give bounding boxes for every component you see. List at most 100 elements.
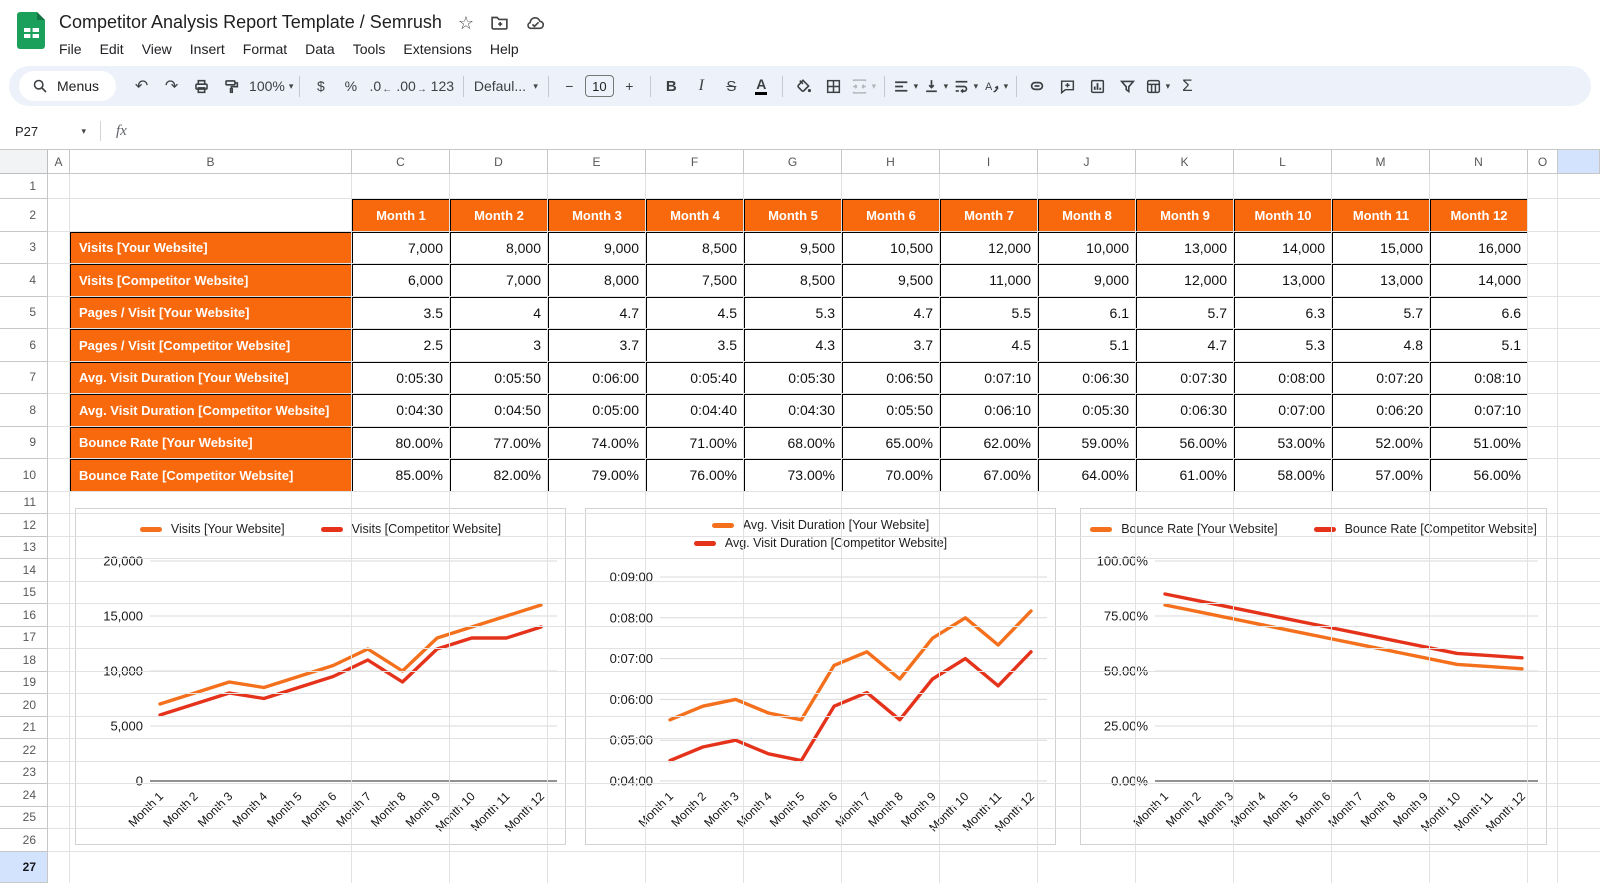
cell[interactable]: 4 (450, 296, 548, 329)
insert-link-button[interactable] (1023, 72, 1052, 100)
increase-decimal-button[interactable]: .00 → (396, 72, 426, 100)
row-header-15[interactable]: 15 (0, 581, 48, 604)
cell[interactable]: 3.7 (842, 329, 940, 362)
cell[interactable]: 8,000 (450, 231, 548, 264)
menu-tools[interactable]: Tools (344, 38, 395, 60)
month-header-cell[interactable]: Month 4 (646, 199, 744, 232)
cell[interactable]: 0:07:00 (1234, 394, 1332, 427)
cell[interactable]: 0:05:50 (842, 394, 940, 427)
cell[interactable]: 4.5 (646, 296, 744, 329)
row-header-16[interactable]: 16 (0, 604, 48, 627)
cell[interactable]: 3.5 (352, 296, 450, 329)
month-header-cell[interactable]: Month 7 (940, 199, 1038, 232)
cell[interactable]: 3.5 (646, 329, 744, 362)
cell[interactable]: 64.00% (1038, 459, 1136, 492)
cell[interactable]: 6.3 (1234, 296, 1332, 329)
cell[interactable]: 6.1 (1038, 296, 1136, 329)
cell[interactable]: 0:06:20 (1332, 394, 1430, 427)
text-color-button[interactable]: A (747, 72, 776, 100)
month-header-cell[interactable]: Month 1 (352, 199, 450, 232)
cell[interactable]: 6,000 (352, 264, 450, 297)
cell[interactable]: 56.00% (1136, 426, 1234, 459)
row-header-11[interactable]: 11 (0, 491, 48, 514)
cell[interactable]: 13,000 (1234, 264, 1332, 297)
column-header-D[interactable]: D (450, 150, 548, 174)
bold-button[interactable]: B (657, 72, 686, 100)
cell[interactable]: 4.5 (940, 329, 1038, 362)
row-header-26[interactable]: 26 (0, 829, 48, 852)
row-header-5[interactable]: 5 (0, 296, 48, 329)
cell[interactable]: 5.3 (744, 296, 842, 329)
cell[interactable]: 2.5 (352, 329, 450, 362)
increase-font-size-button[interactable]: + (615, 72, 644, 100)
create-filter-button[interactable] (1113, 72, 1142, 100)
cell[interactable]: 7,000 (450, 264, 548, 297)
column-header-F[interactable]: F (646, 150, 744, 174)
cell[interactable]: 14,000 (1430, 264, 1528, 297)
cell[interactable]: 0:06:00 (548, 361, 646, 394)
row-header-21[interactable]: 21 (0, 716, 48, 739)
cell[interactable]: 0:08:00 (1234, 361, 1332, 394)
menu-data[interactable]: Data (296, 38, 344, 60)
cell[interactable]: 0:07:20 (1332, 361, 1430, 394)
cell[interactable]: 0:05:30 (744, 361, 842, 394)
borders-button[interactable] (819, 72, 848, 100)
cell[interactable]: 52.00% (1332, 426, 1430, 459)
cell[interactable]: 7,000 (352, 231, 450, 264)
row-header-8[interactable]: 8 (0, 394, 48, 427)
row-label-cell[interactable]: Pages / Visit [Competitor Website] (70, 329, 352, 362)
menu-view[interactable]: View (133, 38, 181, 60)
paint-format-button[interactable] (217, 72, 246, 100)
cell[interactable]: 0:05:50 (450, 361, 548, 394)
menu-format[interactable]: Format (234, 38, 296, 60)
cell[interactable]: 9,500 (842, 264, 940, 297)
row-header-24[interactable]: 24 (0, 784, 48, 807)
format-percent-button[interactable]: % (336, 72, 365, 100)
row-header-17[interactable]: 17 (0, 626, 48, 649)
zoom-select[interactable]: 100% ▾ (249, 72, 293, 100)
column-header-G[interactable]: G (744, 150, 842, 174)
cell[interactable]: 82.00% (450, 459, 548, 492)
menu-insert[interactable]: Insert (181, 38, 234, 60)
month-header-cell[interactable]: Month 2 (450, 199, 548, 232)
menu-help[interactable]: Help (481, 38, 528, 60)
horizontal-align-button[interactable]: ▾ (891, 72, 920, 100)
cell[interactable]: 4.7 (1136, 329, 1234, 362)
cell[interactable]: 0:08:10 (1430, 361, 1528, 394)
row-label-cell[interactable]: Avg. Visit Duration [Competitor Website] (70, 394, 352, 427)
cell[interactable]: 5.1 (1038, 329, 1136, 362)
cell[interactable]: 61.00% (1136, 459, 1234, 492)
menu-extensions[interactable]: Extensions (394, 38, 480, 60)
column-header-B[interactable]: B (70, 150, 352, 174)
row-header-27[interactable]: 27 (0, 851, 48, 883)
cell[interactable]: 0:06:50 (842, 361, 940, 394)
row-label-cell[interactable]: Bounce Rate [Competitor Website] (70, 459, 352, 492)
menu-file[interactable]: File (50, 38, 91, 60)
row-header-12[interactable]: 12 (0, 514, 48, 537)
row-header-10[interactable]: 10 (0, 459, 48, 492)
insert-comment-button[interactable] (1053, 72, 1082, 100)
column-header-E[interactable]: E (548, 150, 646, 174)
vertical-align-button[interactable]: ▾ (921, 72, 950, 100)
menu-edit[interactable]: Edit (91, 38, 133, 60)
row-header-25[interactable]: 25 (0, 806, 48, 829)
cell[interactable]: 51.00% (1430, 426, 1528, 459)
cell[interactable]: 0:04:50 (450, 394, 548, 427)
name-box[interactable]: P27 ▾ (0, 124, 86, 139)
month-header-cell[interactable]: Month 10 (1234, 199, 1332, 232)
text-rotation-button[interactable]: A ▾ (981, 72, 1010, 100)
cell[interactable]: 53.00% (1234, 426, 1332, 459)
cell[interactable]: 58.00% (1234, 459, 1332, 492)
cell[interactable]: 67.00% (940, 459, 1038, 492)
row-label-cell[interactable]: Visits [Competitor Website] (70, 264, 352, 297)
cell[interactable]: 57.00% (1332, 459, 1430, 492)
text-wrap-button[interactable]: ▾ (951, 72, 980, 100)
font-size-input[interactable]: 10 (584, 75, 614, 97)
row-label-cell[interactable]: Pages / Visit [Your Website] (70, 296, 352, 329)
cell[interactable]: 14,000 (1234, 231, 1332, 264)
star-icon[interactable]: ☆ (458, 14, 474, 32)
row-header-9[interactable]: 9 (0, 426, 48, 459)
cell[interactable]: 12,000 (940, 231, 1038, 264)
cell[interactable]: 12,000 (1136, 264, 1234, 297)
cell[interactable]: 3 (450, 329, 548, 362)
